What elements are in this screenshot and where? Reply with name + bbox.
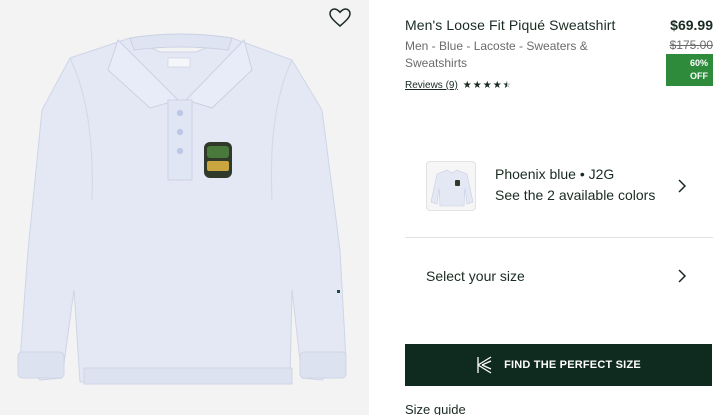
original-price: $175.00 [669,38,713,52]
star-full-icon: ★ [482,79,492,91]
kiwisizing-logo-icon [477,356,492,374]
reviews-link[interactable]: Reviews (9) [405,80,458,91]
chevron-right-icon [678,179,687,193]
rating-stars: ★ ★ ★ ★ ★ ★ [462,79,512,91]
size-guide-link[interactable]: Size guide [405,402,466,415]
product-category-breadcrumb: Men - Blue - Lacoste - Sweaters & Sweats… [405,39,588,70]
product-title: Men's Loose Fit Piqué Sweatshirt [405,17,616,33]
available-colors-text: See the 2 available colors [495,187,656,203]
product-image-sweatshirt [17,33,347,385]
discount-off: OFF [690,71,708,81]
star-full-icon: ★ [492,79,502,91]
star-full-icon: ★ [472,79,482,91]
reviews-summary: Reviews (9) ★ ★ ★ ★ ★ ★ [405,80,512,91]
find-perfect-size-label: FIND THE PERFECT SIZE [504,359,641,371]
product-info-panel: Men's Loose Fit Piqué Sweatshirt Men - B… [369,0,717,415]
size-selector-label: Select your size [426,268,525,284]
find-perfect-size-button[interactable]: FIND THE PERFECT SIZE [405,344,712,386]
color-swatch-thumbnail [426,161,476,211]
sale-price: $69.99 [670,17,713,33]
discount-badge: 60% OFF [666,54,713,86]
color-name: Phoenix blue • J2G [495,166,615,182]
size-selector[interactable]: Select your size [405,250,713,302]
color-selector[interactable]: Phoenix blue • J2G See the 2 available c… [405,150,713,238]
chevron-right-icon [678,269,687,283]
star-half-icon: ★ ★ [502,79,512,91]
wishlist-heart-icon[interactable] [328,6,352,30]
crest-badge-icon [204,142,232,178]
star-full-icon: ★ [462,79,472,91]
product-image-pane [0,0,369,415]
discount-percent: 60% [689,58,708,68]
gallery-indicator[interactable] [337,290,340,293]
